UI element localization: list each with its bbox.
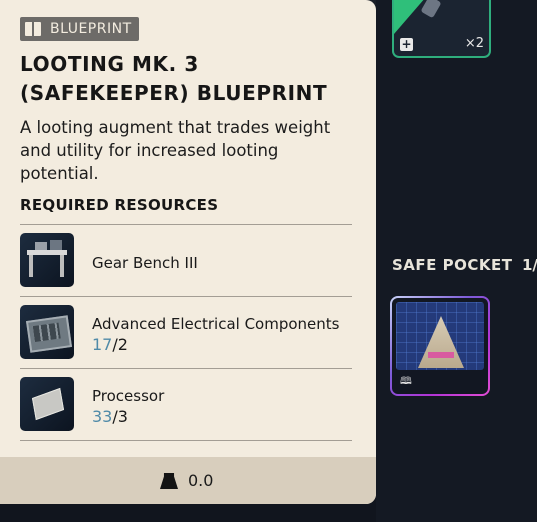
- resource-name: Advanced Electrical Components: [92, 315, 340, 333]
- resource-need-count: /2: [112, 335, 128, 354]
- item-weight: 0.0: [188, 471, 214, 490]
- blueprint-book-icon: [25, 22, 41, 36]
- item-description: A looting augment that trades weight and…: [20, 118, 331, 183]
- gear-bench-icon: [20, 233, 74, 287]
- item-stack-count: ×2: [464, 36, 484, 51]
- safe-pocket-count: 1/: [522, 256, 537, 274]
- safe-pocket-label: SAFE POCKET: [392, 256, 513, 274]
- item-tooltip-panel: BLUEPRINT LOOTING MK. 3 (SAFEKEEPER) BLU…: [0, 0, 376, 504]
- resource-name: Processor: [92, 387, 165, 405]
- resource-row-gear-bench: Gear Bench III: [20, 225, 352, 297]
- tooltip-footer: 0.0: [0, 457, 376, 504]
- resource-have-count: 33: [92, 407, 113, 426]
- divider: [20, 440, 352, 441]
- inventory-item-card[interactable]: + ×2: [392, 0, 491, 58]
- safe-pocket-slot[interactable]: 🕮: [390, 296, 490, 396]
- add-icon[interactable]: +: [400, 38, 413, 51]
- blueprint-item-art: [396, 302, 484, 370]
- weight-icon: [160, 473, 178, 489]
- resource-row-processor: Processor 33/3: [20, 369, 352, 441]
- item-title-line1: LOOTING MK. 3: [20, 52, 199, 76]
- electrical-components-icon: [20, 305, 74, 359]
- required-resources-header: REQUIRED RESOURCES: [20, 196, 219, 214]
- resource-name: Gear Bench III: [92, 254, 198, 272]
- resource-have-count: 17: [92, 335, 113, 354]
- resource-need-count: /3: [112, 407, 128, 426]
- resource-row-electrical-components: Advanced Electrical Components 17/2: [20, 297, 352, 369]
- blueprint-icon: 🕮: [400, 376, 412, 387]
- item-title: LOOTING MK. 3 (SAFEKEEPER) BLUEPRINT: [20, 50, 360, 108]
- blueprint-tag-label: BLUEPRINT: [50, 21, 132, 37]
- blueprint-tag: BLUEPRINT: [20, 17, 139, 41]
- resource-quantity: 17/2: [92, 335, 128, 354]
- processor-icon: [20, 377, 74, 431]
- item-title-line2: (SAFEKEEPER) BLUEPRINT: [20, 81, 328, 105]
- resource-quantity: 33/3: [92, 407, 128, 426]
